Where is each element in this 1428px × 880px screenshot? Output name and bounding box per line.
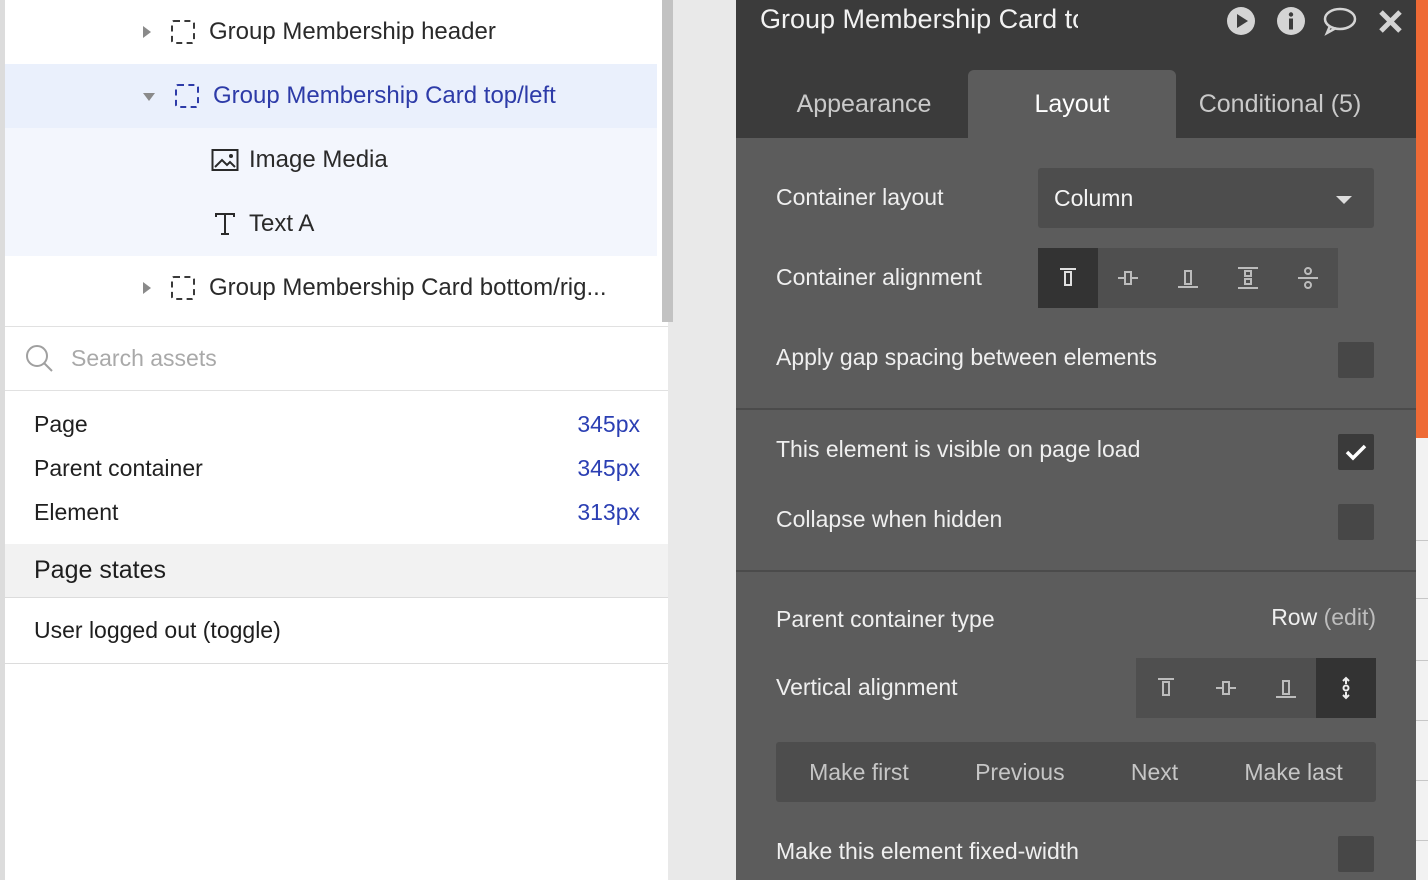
tree-item-group-membership-card-top-left[interactable]: Group Membership Card top/left xyxy=(5,64,657,128)
grid-line xyxy=(1416,540,1428,541)
tab-appearance[interactable]: Appearance xyxy=(764,70,964,138)
play-icon[interactable] xyxy=(1226,6,1256,36)
text-icon xyxy=(215,213,235,235)
next-button[interactable]: Next xyxy=(1131,759,1178,786)
align-space-around-button[interactable] xyxy=(1278,248,1338,308)
parent-container-type-label: Parent container type xyxy=(776,606,995,632)
tab-conditional[interactable]: Conditional (5) xyxy=(1180,70,1380,138)
container-alignment-label: Container alignment xyxy=(776,264,982,290)
expand-caret-icon[interactable] xyxy=(143,26,151,38)
dimension-value[interactable]: 345px xyxy=(577,455,640,482)
tree-item-label: Group Membership Card top/left xyxy=(213,82,556,109)
dimension-row-parent-container: Parent container 345px xyxy=(5,446,668,490)
dimension-label: Element xyxy=(34,498,119,525)
tree-item-label: Text A xyxy=(249,210,315,237)
gap-spacing-label: Apply gap spacing between elements xyxy=(776,344,1158,370)
close-icon[interactable] xyxy=(1376,6,1406,36)
grid-line xyxy=(1416,720,1428,721)
chevron-down-icon xyxy=(1336,196,1352,204)
tree-item-text-a[interactable]: Text A xyxy=(5,192,657,256)
align-top-icon xyxy=(1158,678,1174,696)
collapse-when-hidden-checkbox[interactable] xyxy=(1338,504,1374,540)
align-bottom-button[interactable] xyxy=(1158,248,1218,308)
visible-on-load-checkbox[interactable] xyxy=(1338,434,1374,470)
valign-top-button[interactable] xyxy=(1136,658,1196,718)
group-icon xyxy=(171,276,195,300)
container-layout-value: Column xyxy=(1054,184,1134,211)
tree-item-label: Group Membership header xyxy=(209,18,496,45)
align-center-button[interactable] xyxy=(1098,248,1158,308)
page-states-heading: Page states xyxy=(5,544,668,598)
valign-stretch-button[interactable] xyxy=(1316,658,1376,718)
fixed-width-checkbox[interactable] xyxy=(1338,836,1374,872)
tree-item-group-membership-card-bottom-right[interactable]: Group Membership Card bottom/rig... xyxy=(5,256,657,320)
group-icon xyxy=(171,20,195,44)
fixed-width-label: Make this element fixed-width xyxy=(776,838,1079,864)
align-space-between-button[interactable] xyxy=(1218,248,1278,308)
stretch-icon xyxy=(1342,676,1350,700)
parent-container-type-value: Row (edit) xyxy=(1271,604,1376,631)
canvas-orange-block xyxy=(1416,0,1428,438)
tree-scrollbar[interactable] xyxy=(662,0,673,322)
element-order-bar: Make first Previous Next Make last xyxy=(776,742,1376,802)
tab-layout[interactable]: Layout xyxy=(968,70,1176,138)
property-tabs: Appearance Layout Conditional (5) xyxy=(736,56,1416,138)
vertical-alignment-buttons xyxy=(1136,658,1376,718)
gap-spacing-checkbox[interactable] xyxy=(1338,342,1374,378)
grid-line xyxy=(1416,660,1428,661)
elements-panel: Group Membership header Group Membership… xyxy=(0,0,673,880)
align-center-icon xyxy=(1216,681,1236,695)
dimension-value[interactable]: 345px xyxy=(577,411,640,438)
comment-icon[interactable] xyxy=(1322,6,1358,36)
align-center-icon xyxy=(1118,271,1138,285)
group-icon xyxy=(175,84,199,108)
parent-type-value: Row xyxy=(1271,604,1318,630)
previous-button[interactable]: Previous xyxy=(975,759,1064,786)
checkmark-icon xyxy=(1345,444,1367,461)
tree-item-group-membership-header[interactable]: Group Membership header xyxy=(5,0,657,64)
info-icon[interactable] xyxy=(1276,6,1306,36)
collapse-when-hidden-label: Collapse when hidden xyxy=(776,506,1003,532)
dimension-label: Page xyxy=(34,410,88,437)
tree-item-label: Group Membership Card bottom/rig... xyxy=(209,274,607,301)
container-layout-dropdown[interactable]: Column xyxy=(1038,168,1374,228)
property-editor-header[interactable]: Group Membership Card top/left xyxy=(736,0,1416,56)
search-icon xyxy=(26,344,53,372)
property-editor: Group Membership Card top/left Appearanc… xyxy=(736,0,1416,880)
valign-center-button[interactable] xyxy=(1196,658,1256,718)
visible-on-load-label: This element is visible on page load xyxy=(776,436,1141,462)
make-first-button[interactable]: Make first xyxy=(809,759,909,786)
grid-line xyxy=(1416,840,1428,841)
grid-line xyxy=(1416,598,1428,599)
divider xyxy=(736,570,1416,572)
align-bottom-icon xyxy=(1276,680,1296,698)
align-top-icon xyxy=(1060,268,1076,286)
align-top-button[interactable] xyxy=(1038,248,1098,308)
property-editor-title: Group Membership Card top/left xyxy=(760,4,1078,34)
tree-item-image-media[interactable]: Image Media xyxy=(5,128,657,192)
dimension-value[interactable]: 313px xyxy=(577,499,640,526)
make-last-button[interactable]: Make last xyxy=(1244,759,1342,786)
dimension-label: Parent container xyxy=(34,454,203,481)
container-layout-label: Container layout xyxy=(776,184,944,210)
page-state-item[interactable]: User logged out (toggle) xyxy=(5,598,668,664)
divider xyxy=(736,408,1416,410)
image-icon xyxy=(211,149,239,171)
expand-caret-icon[interactable] xyxy=(143,282,151,294)
search-input[interactable] xyxy=(71,345,631,372)
dimension-row-page: Page 345px xyxy=(5,402,668,446)
space-around-icon xyxy=(1298,267,1318,289)
canvas-edge xyxy=(1416,0,1428,880)
valign-bottom-button[interactable] xyxy=(1256,658,1316,718)
dimension-row-element: Element 313px xyxy=(5,490,668,534)
vertical-alignment-label: Vertical alignment xyxy=(776,674,958,700)
grid-line xyxy=(1416,780,1428,781)
search-bar xyxy=(5,326,668,391)
tree-item-label: Image Media xyxy=(249,146,388,173)
space-between-icon xyxy=(1238,267,1258,289)
align-bottom-icon xyxy=(1178,270,1198,288)
container-alignment-buttons xyxy=(1038,248,1338,308)
edit-parent-type-link[interactable]: (edit) xyxy=(1324,604,1376,630)
collapse-caret-icon[interactable] xyxy=(143,93,155,101)
